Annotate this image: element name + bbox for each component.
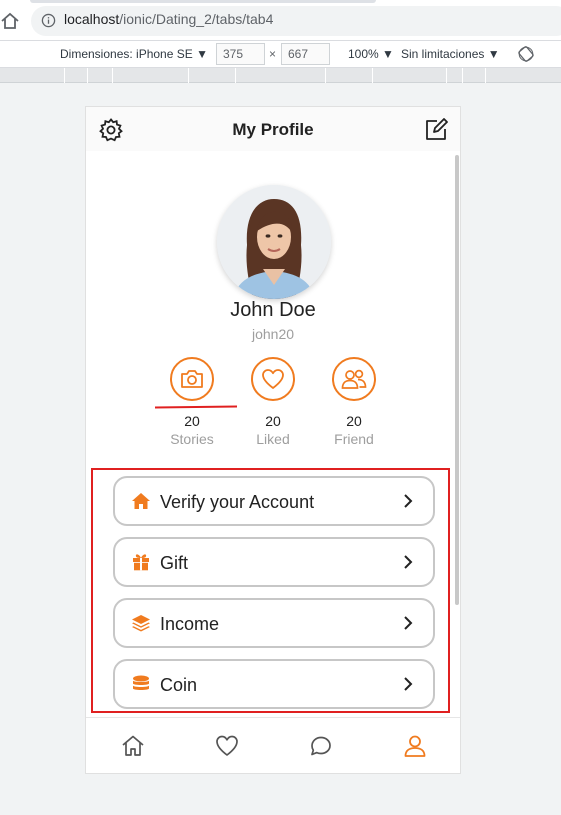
stat-label: Stories [170,431,214,447]
profile-photo [217,185,331,299]
stat-label: Friend [334,431,374,447]
zoom-label: 100% [348,47,379,61]
throttle-label: Sin limitaciones [401,47,485,61]
avatar [217,185,331,299]
heart-icon [262,369,284,389]
gift-icon [133,554,149,571]
tab-chat-icon[interactable] [308,733,334,759]
menu-income[interactable]: Income [113,598,435,648]
device-select[interactable]: Dimensiones: iPhone SE ▼ [60,47,208,61]
layers-icon [132,615,150,632]
profile-username: john20 [251,326,295,342]
tab-home-icon[interactable] [120,733,146,759]
width-input[interactable]: 375 [216,43,265,65]
stat-icon-circle[interactable] [332,357,376,401]
chevron-right-icon [404,555,413,569]
menu-coin[interactable]: Coin [113,659,435,709]
menu-label: Verify your Account [160,492,315,512]
tab-person-icon[interactable] [402,733,428,759]
home-icon [132,493,150,509]
chevron-right-icon [404,616,413,630]
stat-count: 20 [184,413,200,429]
profile-name: John Doe [230,299,316,321]
height-input[interactable]: 667 [281,43,330,65]
media-query-ruler [0,68,561,83]
app-header: My Profile [86,107,460,151]
browser-toolbar: localhost/ionic/Dating_2/tabs/tab4 [0,0,561,40]
tab-heart-icon[interactable] [214,733,240,759]
scrollbar[interactable] [455,155,459,605]
red-underline-annotation [154,405,238,409]
chevron-right-icon [404,494,413,508]
coins-icon [133,675,149,690]
rotate-icon[interactable] [518,46,534,62]
chevron-right-icon [404,677,413,691]
times-sign: × [269,47,277,61]
url-host: localhost [64,11,120,27]
device-toolbar: Dimensiones: iPhone SE ▼ 375 × 667 100% … [0,40,561,68]
throttle-select[interactable]: Sin limitaciones ▼ [401,47,500,61]
stat-icon-circle[interactable] [251,357,295,401]
stat-friend[interactable]: 20 Friend [314,357,394,447]
url-path: /ionic/Dating_2/tabs/tab4 [119,11,274,27]
page-title: My Profile [232,120,314,139]
menu-label: Gift [160,553,189,573]
caret-down-icon: ▼ [196,47,208,61]
menu-verify-account[interactable]: Verify your Account [113,476,435,526]
device-viewport: My Profile John Doe john20 20 Stories 20… [85,106,461,774]
caret-down-icon: ▼ [487,47,500,61]
menu-label: Coin [160,675,198,695]
menu-label: Income [160,614,220,634]
stat-count: 20 [346,413,362,429]
edit-icon[interactable] [423,117,449,143]
tab-strip [0,0,561,4]
stat-liked[interactable]: 20 Liked [233,357,313,447]
home-icon[interactable] [0,10,22,32]
info-icon[interactable] [41,13,56,28]
stat-stories[interactable]: 20 Stories [152,357,232,447]
caret-down-icon: ▼ [382,47,394,61]
device-label: Dimensiones: iPhone SE [60,47,193,61]
stat-count: 20 [265,413,281,429]
stat-label: Liked [256,431,290,447]
url-text: localhost/ionic/Dating_2/tabs/tab4 [64,11,273,27]
tab-bar [86,717,460,773]
camera-icon [181,370,203,388]
people-icon [341,369,367,389]
stat-icon-circle[interactable] [170,357,214,401]
zoom-select[interactable]: 100% ▼ [348,47,394,61]
menu-gift[interactable]: Gift [113,537,435,587]
